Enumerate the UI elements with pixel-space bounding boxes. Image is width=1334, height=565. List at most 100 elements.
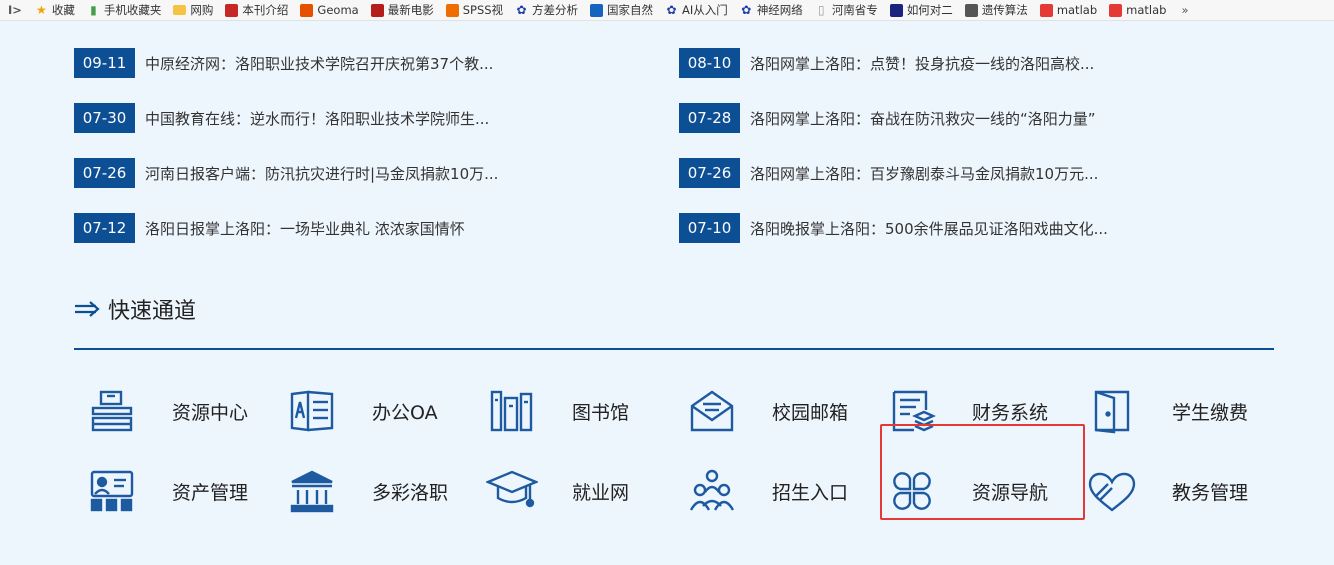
bookmark-item[interactable]: SPSS视 xyxy=(441,0,510,20)
id-card-icon xyxy=(282,384,342,438)
site-icon xyxy=(889,3,903,17)
site-icon xyxy=(300,3,314,17)
quick-link-label: 资源中心 xyxy=(172,401,249,424)
news-date-badge: 09-11 xyxy=(74,48,135,78)
news-title-link[interactable]: 中原经济网：洛阳职业技术学院召开庆祝第37个教... xyxy=(145,53,493,74)
news-item[interactable]: 07-30 中国教育在线：逆水而行！洛阳职业技术学院师生... xyxy=(74,103,634,133)
quick-channel-heading: 快速通道 xyxy=(74,293,196,325)
double-arrow-icon xyxy=(75,301,100,317)
news-item[interactable]: 08-10 洛阳网掌上洛阳：点赞！投身抗疫一线的洛阳高校... xyxy=(679,48,1239,78)
bookmark-label: 遗传算法 xyxy=(981,3,1028,17)
bookmark-item[interactable]: ▯ 河南省专 xyxy=(810,0,885,20)
bookmarks-bar: I> ★ 收藏 ▮ 手机收藏夹 网购 本刊介绍 Geoma 最新电影 SPSS视 ✿ 方差分析 国家自… xyxy=(0,0,1334,21)
news-item[interactable]: 09-11 中原经济网：洛阳职业技术学院召开庆祝第37个教... xyxy=(74,48,634,78)
heart-icon xyxy=(1082,464,1142,518)
news-title-link[interactable]: 洛阳日报掌上洛阳：一场毕业典礼 浓浓家国情怀 xyxy=(145,218,465,239)
sidebar-toggle-button[interactable]: I> xyxy=(0,3,30,17)
bookmark-item[interactable]: ▮ 手机收藏夹 xyxy=(82,0,169,20)
bookmark-label: 收藏 xyxy=(51,3,75,17)
news-item[interactable]: 07-26 洛阳网掌上洛阳：百岁豫剧泰斗马金凤捐款10万元... xyxy=(679,158,1239,188)
quick-channel-divider xyxy=(74,348,1274,350)
star-icon: ★ xyxy=(36,2,47,17)
more-bookmarks-button[interactable]: » xyxy=(1173,3,1196,17)
quick-link-presentation[interactable]: 资产管理 xyxy=(74,451,274,531)
quick-link-label: 多彩洛职 xyxy=(372,481,449,504)
bookmark-item[interactable]: ★ 收藏 xyxy=(30,0,82,20)
building-icon xyxy=(282,464,342,518)
quick-link-door[interactable]: 学生缴费 xyxy=(1074,371,1274,451)
bookmark-label: matlab xyxy=(1126,3,1167,17)
bookmark-item[interactable]: 如何对二 xyxy=(885,0,960,20)
bookmark-item[interactable]: matlab xyxy=(1035,0,1104,20)
quick-link-building[interactable]: 多彩洛职 xyxy=(274,451,474,531)
bookmark-item[interactable]: matlab xyxy=(1104,0,1173,20)
quick-channel-grid: 资源中心 办公OA 图书馆 校园邮箱 财务系统 学生缴费 资产管理 多彩洛职 就… xyxy=(74,371,1274,531)
quick-link-heart[interactable]: 教务管理 xyxy=(1074,451,1274,531)
quick-link-books[interactable]: 图书馆 xyxy=(474,371,674,451)
quick-link-label: 办公OA xyxy=(372,401,438,424)
paw-icon: ✿ xyxy=(666,2,677,17)
quick-link-label: 招生入口 xyxy=(772,481,849,504)
mail-icon xyxy=(682,384,742,438)
bookmark-label: 河南省专 xyxy=(831,3,878,17)
quick-link-label: 学生缴费 xyxy=(1172,401,1249,424)
site-icon xyxy=(964,3,978,17)
news-title-link[interactable]: 洛阳晚报掌上洛阳：500余件展品见证洛阳戏曲文化... xyxy=(750,218,1108,239)
news-date-badge: 07-26 xyxy=(74,158,135,188)
bookmark-item[interactable]: 遗传算法 xyxy=(960,0,1035,20)
bookmark-item[interactable]: 本刊介绍 xyxy=(220,0,295,20)
bookmark-item[interactable]: ✿ AI从入门 xyxy=(660,0,735,20)
page-icon: ▯ xyxy=(818,2,825,17)
quick-link-label: 图书馆 xyxy=(572,401,630,424)
quick-channel-title: 快速通道 xyxy=(108,299,197,324)
bookmark-item[interactable]: ✿ 方差分析 xyxy=(510,0,585,20)
site-icon xyxy=(1109,3,1123,17)
site-icon xyxy=(445,3,459,17)
bookmark-label: 国家自然 xyxy=(607,3,654,17)
paw-icon: ✿ xyxy=(516,2,527,17)
phone-icon: ▮ xyxy=(90,2,97,17)
news-list-left: 09-11 中原经济网：洛阳职业技术学院召开庆祝第37个教... 07-30 中国教育… xyxy=(74,48,634,268)
bookmark-label: matlab xyxy=(1056,3,1098,17)
bookmark-label: 手机收藏夹 xyxy=(103,3,162,17)
news-item[interactable]: 07-28 洛阳网掌上洛阳：奋战在防汛救灾一线的“洛阳力量” xyxy=(679,103,1239,133)
graduation-cap-icon xyxy=(482,464,542,518)
bookmark-label: 最新电影 xyxy=(387,3,434,17)
highlight-box xyxy=(880,424,1085,520)
news-title-link[interactable]: 洛阳网掌上洛阳：奋战在防汛救灾一线的“洛阳力量” xyxy=(750,108,1096,129)
bookmark-label: Geoma xyxy=(317,3,359,17)
quick-link-label: 财务系统 xyxy=(972,401,1049,424)
quick-link-label: 校园邮箱 xyxy=(772,401,849,424)
news-date-badge: 07-26 xyxy=(679,158,740,188)
quick-link-people[interactable]: 招生入口 xyxy=(674,451,874,531)
news-title-link[interactable]: 洛阳网掌上洛阳：点赞！投身抗疫一线的洛阳高校... xyxy=(750,53,1094,74)
bookmark-item[interactable]: 网购 xyxy=(168,0,220,20)
site-icon xyxy=(590,3,604,17)
quick-link-id-card[interactable]: 办公OA xyxy=(274,371,474,451)
bookmark-item[interactable]: 最新电影 xyxy=(366,0,441,20)
site-icon xyxy=(225,3,239,17)
news-item[interactable]: 07-26 河南日报客户端：防汛抗灾进行时|马金凤捐款10万... xyxy=(74,158,634,188)
news-date-badge: 07-30 xyxy=(74,103,135,133)
bookmark-item[interactable]: 国家自然 xyxy=(585,0,660,20)
quick-link-desk[interactable]: 资源中心 xyxy=(74,371,274,451)
folder-icon xyxy=(173,5,187,15)
news-date-badge: 08-10 xyxy=(679,48,740,78)
quick-link-graduation-cap[interactable]: 就业网 xyxy=(474,451,674,531)
news-title-link[interactable]: 洛阳网掌上洛阳：百岁豫剧泰斗马金凤捐款10万元... xyxy=(750,163,1098,184)
bookmark-item[interactable]: Geoma xyxy=(295,0,365,20)
presentation-icon xyxy=(82,464,142,518)
quick-link-label: 就业网 xyxy=(572,481,630,504)
bookmark-label: 方差分析 xyxy=(532,3,579,17)
people-icon xyxy=(682,464,742,518)
bookmark-item[interactable]: ✿ 神经网络 xyxy=(735,0,810,20)
news-title-link[interactable]: 中国教育在线：逆水而行！洛阳职业技术学院师生... xyxy=(145,108,489,129)
news-item[interactable]: 07-12 洛阳日报掌上洛阳：一场毕业典礼 浓浓家国情怀 xyxy=(74,213,634,243)
bookmark-label: AI从入门 xyxy=(682,3,728,17)
news-item[interactable]: 07-10 洛阳晚报掌上洛阳：500余件展品见证洛阳戏曲文化... xyxy=(679,213,1239,243)
news-date-badge: 07-12 xyxy=(74,213,135,243)
page-content: 09-11 中原经济网：洛阳职业技术学院召开庆祝第37个教... 07-30 中国教育… xyxy=(0,21,1334,565)
news-title-link[interactable]: 河南日报客户端：防汛抗灾进行时|马金凤捐款10万... xyxy=(145,163,498,184)
bookmark-label: 网购 xyxy=(190,3,214,17)
quick-link-mail[interactable]: 校园邮箱 xyxy=(674,371,874,451)
